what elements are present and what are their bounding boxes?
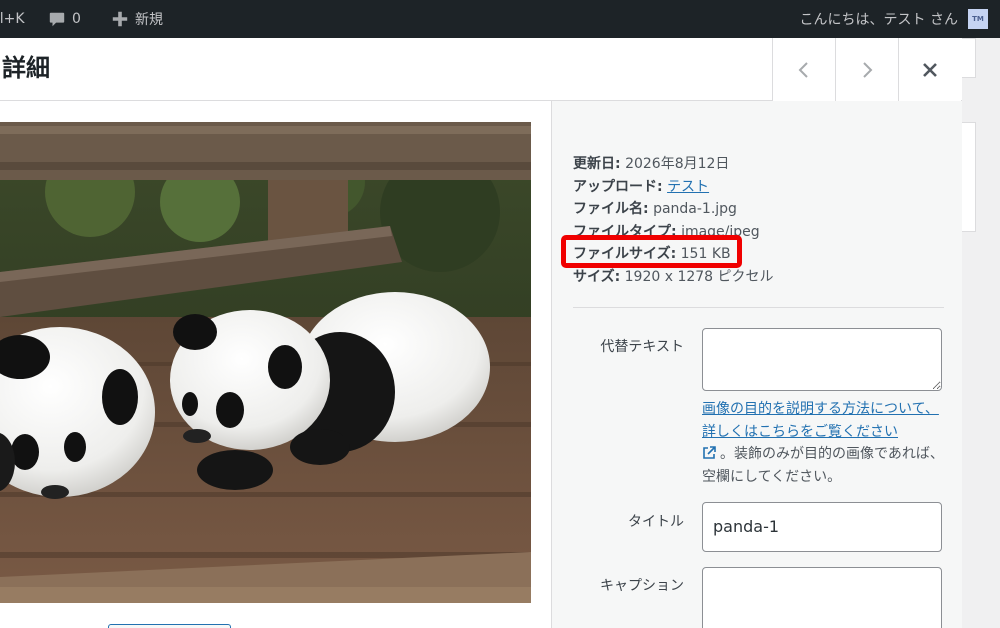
attachment-details-modal: 詳細 更新日: 2026年8月12日 アップロード: テスト ファイル名: pa… xyxy=(0,38,962,628)
uploaded-by-label: アップロード: xyxy=(573,178,663,195)
avatar[interactable]: TM xyxy=(968,9,988,29)
modal-title: 詳細 xyxy=(2,54,50,82)
title-field[interactable]: panda-1 xyxy=(702,502,942,552)
comments-menu[interactable]: 0 xyxy=(48,0,81,38)
alt-text-label: 代替テキスト xyxy=(600,339,684,355)
uploaded-by-link[interactable]: テスト xyxy=(667,179,709,195)
edit-image-button[interactable] xyxy=(108,624,231,628)
alt-text-field[interactable] xyxy=(702,328,942,391)
new-content-menu[interactable]: 新規 xyxy=(111,0,163,38)
close-button[interactable] xyxy=(898,38,961,101)
comment-icon xyxy=(49,12,65,27)
shortcut-hint: rl+K xyxy=(0,11,25,27)
next-button[interactable] xyxy=(835,38,898,101)
background-panel xyxy=(962,122,976,232)
divider xyxy=(573,307,944,308)
chevron-left-icon xyxy=(798,61,808,78)
media-preview xyxy=(0,101,551,628)
dimensions-value: 1920 x 1278 ピクセル xyxy=(624,268,774,285)
alt-text-help-text: 。装飾のみが目的の画像であれば、空欄にしてください。 xyxy=(702,446,944,485)
background-panel xyxy=(962,38,976,78)
file-size-highlight xyxy=(561,235,742,268)
uploaded-on-value: 2026年8月12日 xyxy=(625,156,730,172)
caption-field[interactable] xyxy=(702,567,942,628)
title-label: タイトル xyxy=(628,514,684,530)
alt-text-help: 画像の目的を説明する方法について、詳しくはこちらをご覧ください 。装飾のみが目的… xyxy=(702,398,947,488)
panda-image xyxy=(0,122,531,603)
alt-text-help-link[interactable]: 画像の目的を説明する方法について、詳しくはこちらをご覧ください xyxy=(702,401,939,440)
uploaded-on-label: 更新日: xyxy=(573,156,621,172)
modal-header: 詳細 xyxy=(0,38,962,101)
admin-bar: rl+K 0 新規 こんにちは、テスト さん TM xyxy=(0,0,1000,38)
chevron-right-icon xyxy=(863,61,873,78)
file-name-row: ファイル名: panda-1.jpg xyxy=(573,198,774,221)
new-label: 新規 xyxy=(135,12,163,28)
dimensions-row: サイズ: 1920 x 1278 ピクセル xyxy=(573,266,774,289)
external-link-icon xyxy=(703,446,716,459)
file-name-value: panda-1.jpg xyxy=(653,201,737,217)
uploaded-on-row: 更新日: 2026年8月12日 xyxy=(573,153,774,176)
previous-button[interactable] xyxy=(772,38,835,101)
attachment-info-sidebar: 更新日: 2026年8月12日 アップロード: テスト ファイル名: panda… xyxy=(551,101,962,628)
caption-label: キャプション xyxy=(600,578,684,594)
plus-icon xyxy=(112,11,128,27)
uploaded-by-row: アップロード: テスト xyxy=(573,176,774,199)
close-icon xyxy=(923,62,937,77)
comments-count: 0 xyxy=(72,11,81,27)
dimensions-label: サイズ: xyxy=(573,268,621,285)
file-name-label: ファイル名: xyxy=(573,201,649,217)
user-greeting[interactable]: こんにちは、テスト さん xyxy=(800,0,958,38)
